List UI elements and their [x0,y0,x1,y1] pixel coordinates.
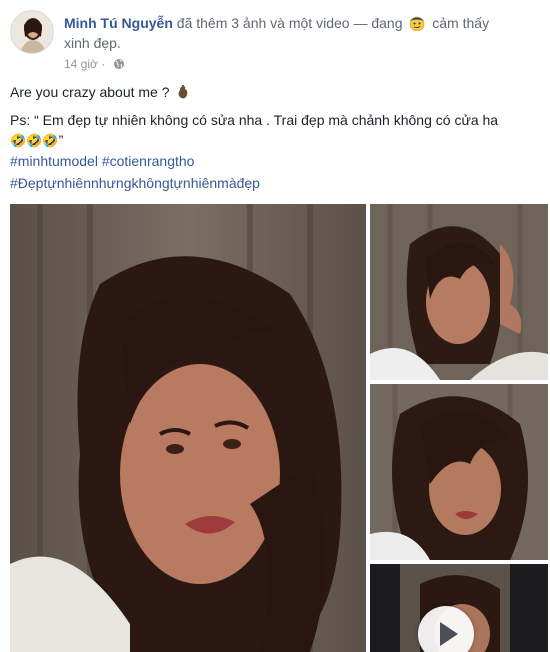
post-header: Minh Tú Nguyễn đã thêm 3 ảnh và một vide… [64,13,544,53]
post-line-1: Are you crazy about me ? [10,82,190,105]
author-name[interactable]: Minh Tú Nguyễn [64,15,173,31]
smirking-face-emoji-icon [408,15,426,32]
meta-separator: · [101,57,106,71]
hashtag-minhtumodel[interactable]: #minhtumodel [10,153,98,169]
post-line-1-text: Are you crazy about me ? [10,84,170,100]
hashtag-line-2: #Đẹptựnhiênnhưngkhôngtựnhiênmàđẹp [10,173,260,193]
feeling-text: cảm thấy [432,15,490,31]
photo-top-right[interactable] [370,204,548,380]
photo-middle-right[interactable] [370,384,548,560]
hashtag-cotienrangtho[interactable]: #cotienrangtho [102,153,195,169]
post-line-2: Ps: “ Em đẹp tự nhiên không có sửa nha .… [10,112,499,128]
post-line-3: 🤣🤣🤣” [10,130,63,151]
post-meta: 14 giờ · [64,56,125,74]
hashtag-deptunhien[interactable]: #Đẹptựnhiênnhưngkhôngtựnhiênmàđẹp [10,175,260,191]
rolling-laughing-emoji-icon: 🤣🤣🤣 [10,133,59,148]
author-avatar[interactable] [10,10,54,54]
feeling-value: xinh đẹp. [64,35,121,51]
photo-main[interactable] [10,204,366,652]
closing-quote: ” [58,132,64,148]
hashtag-line-1: #minhtumodel #cotienrangtho [10,151,194,171]
post-timestamp[interactable]: 14 giờ [64,57,98,71]
facebook-post-card: Minh Tú Nguyễn đã thêm 3 ảnh và một vide… [0,0,550,652]
post-action-text: đã thêm 3 ảnh và một video — đang [176,15,403,31]
globe-icon[interactable] [113,58,125,74]
video-bottom-right[interactable] [370,564,548,652]
eggplant-emoji-icon [176,84,190,105]
